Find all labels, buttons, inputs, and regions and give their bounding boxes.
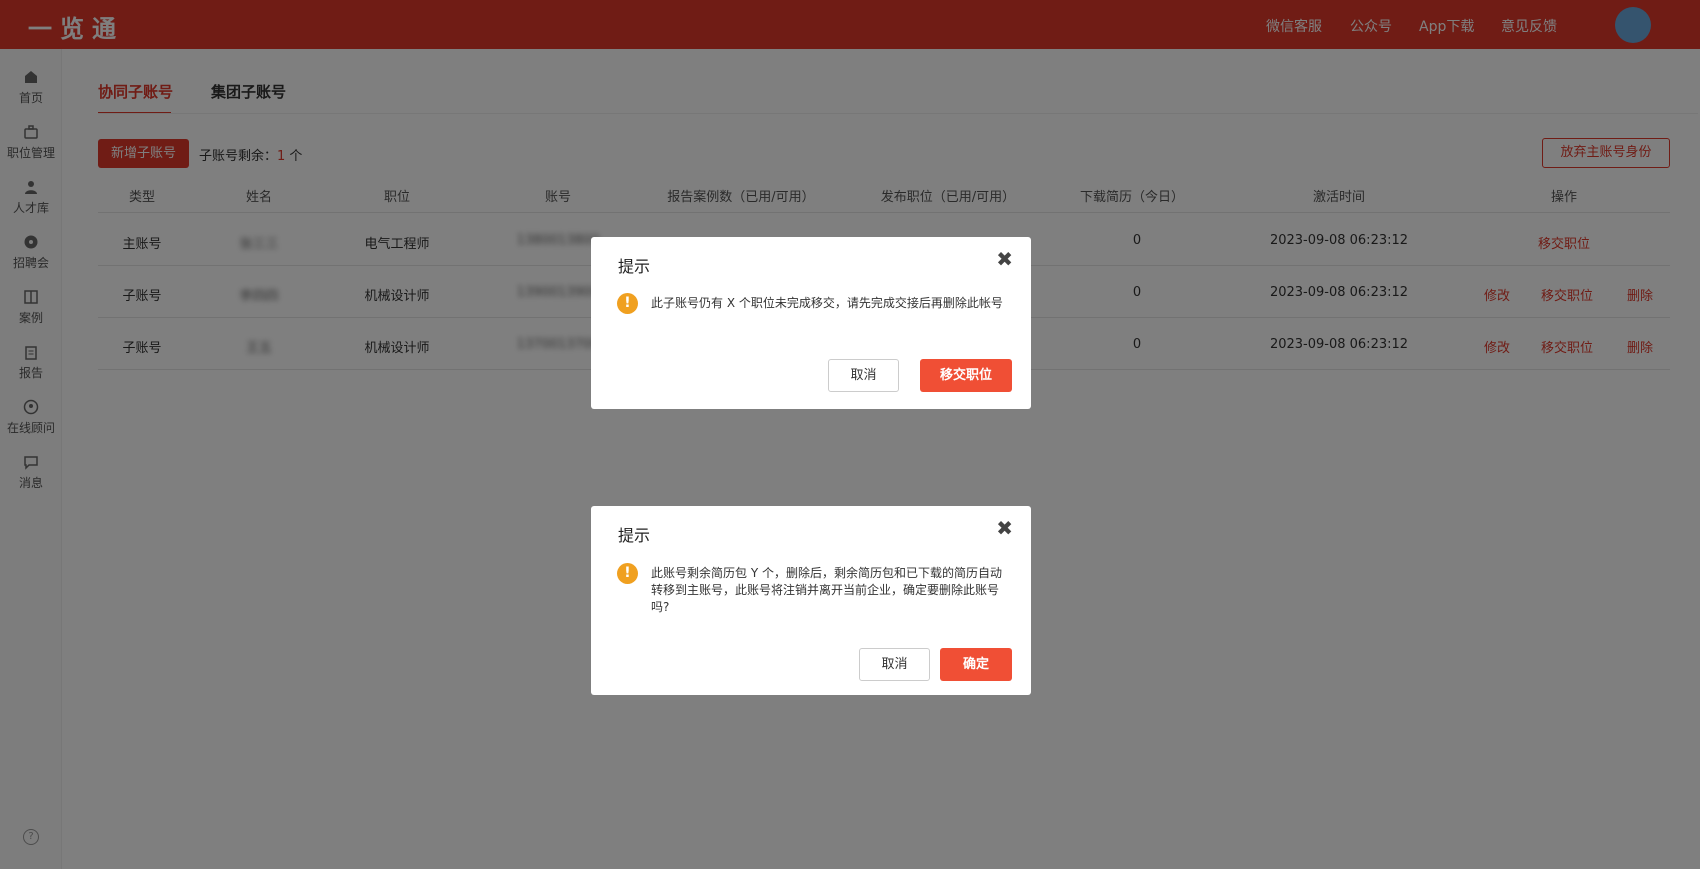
dialog-message: 此账号剩余简历包 Y 个，删除后，剩余简历包和已下载的简历自动转移到主账号，此账…: [651, 566, 1002, 614]
delete-account-dialog: 提示 ✖ ! 此账号剩余简历包 Y 个，删除后，剩余简历包和已下载的简历自动转移…: [591, 506, 1031, 695]
transfer-jobs-dialog: 提示 ✖ ! 此子账号仍有 X 个职位未完成移交，请先完成交接后再删除此帐号 取…: [591, 237, 1031, 409]
warning-icon: !: [617, 563, 638, 584]
dialog-message: 此子账号仍有 X 个职位未完成移交，请先完成交接后再删除此帐号: [651, 296, 1003, 310]
close-icon[interactable]: ✖: [996, 247, 1013, 271]
dialog-title: 提示: [618, 257, 651, 276]
modal-overlay[interactable]: [0, 0, 1700, 869]
close-icon[interactable]: ✖: [996, 516, 1013, 540]
warning-icon: !: [617, 293, 638, 314]
confirm-delete-button[interactable]: 确定: [940, 648, 1012, 681]
dialog-title: 提示: [618, 526, 651, 545]
cancel-button[interactable]: 取消: [828, 359, 899, 392]
cancel-button[interactable]: 取消: [859, 648, 930, 681]
transfer-jobs-button[interactable]: 移交职位: [920, 359, 1012, 392]
